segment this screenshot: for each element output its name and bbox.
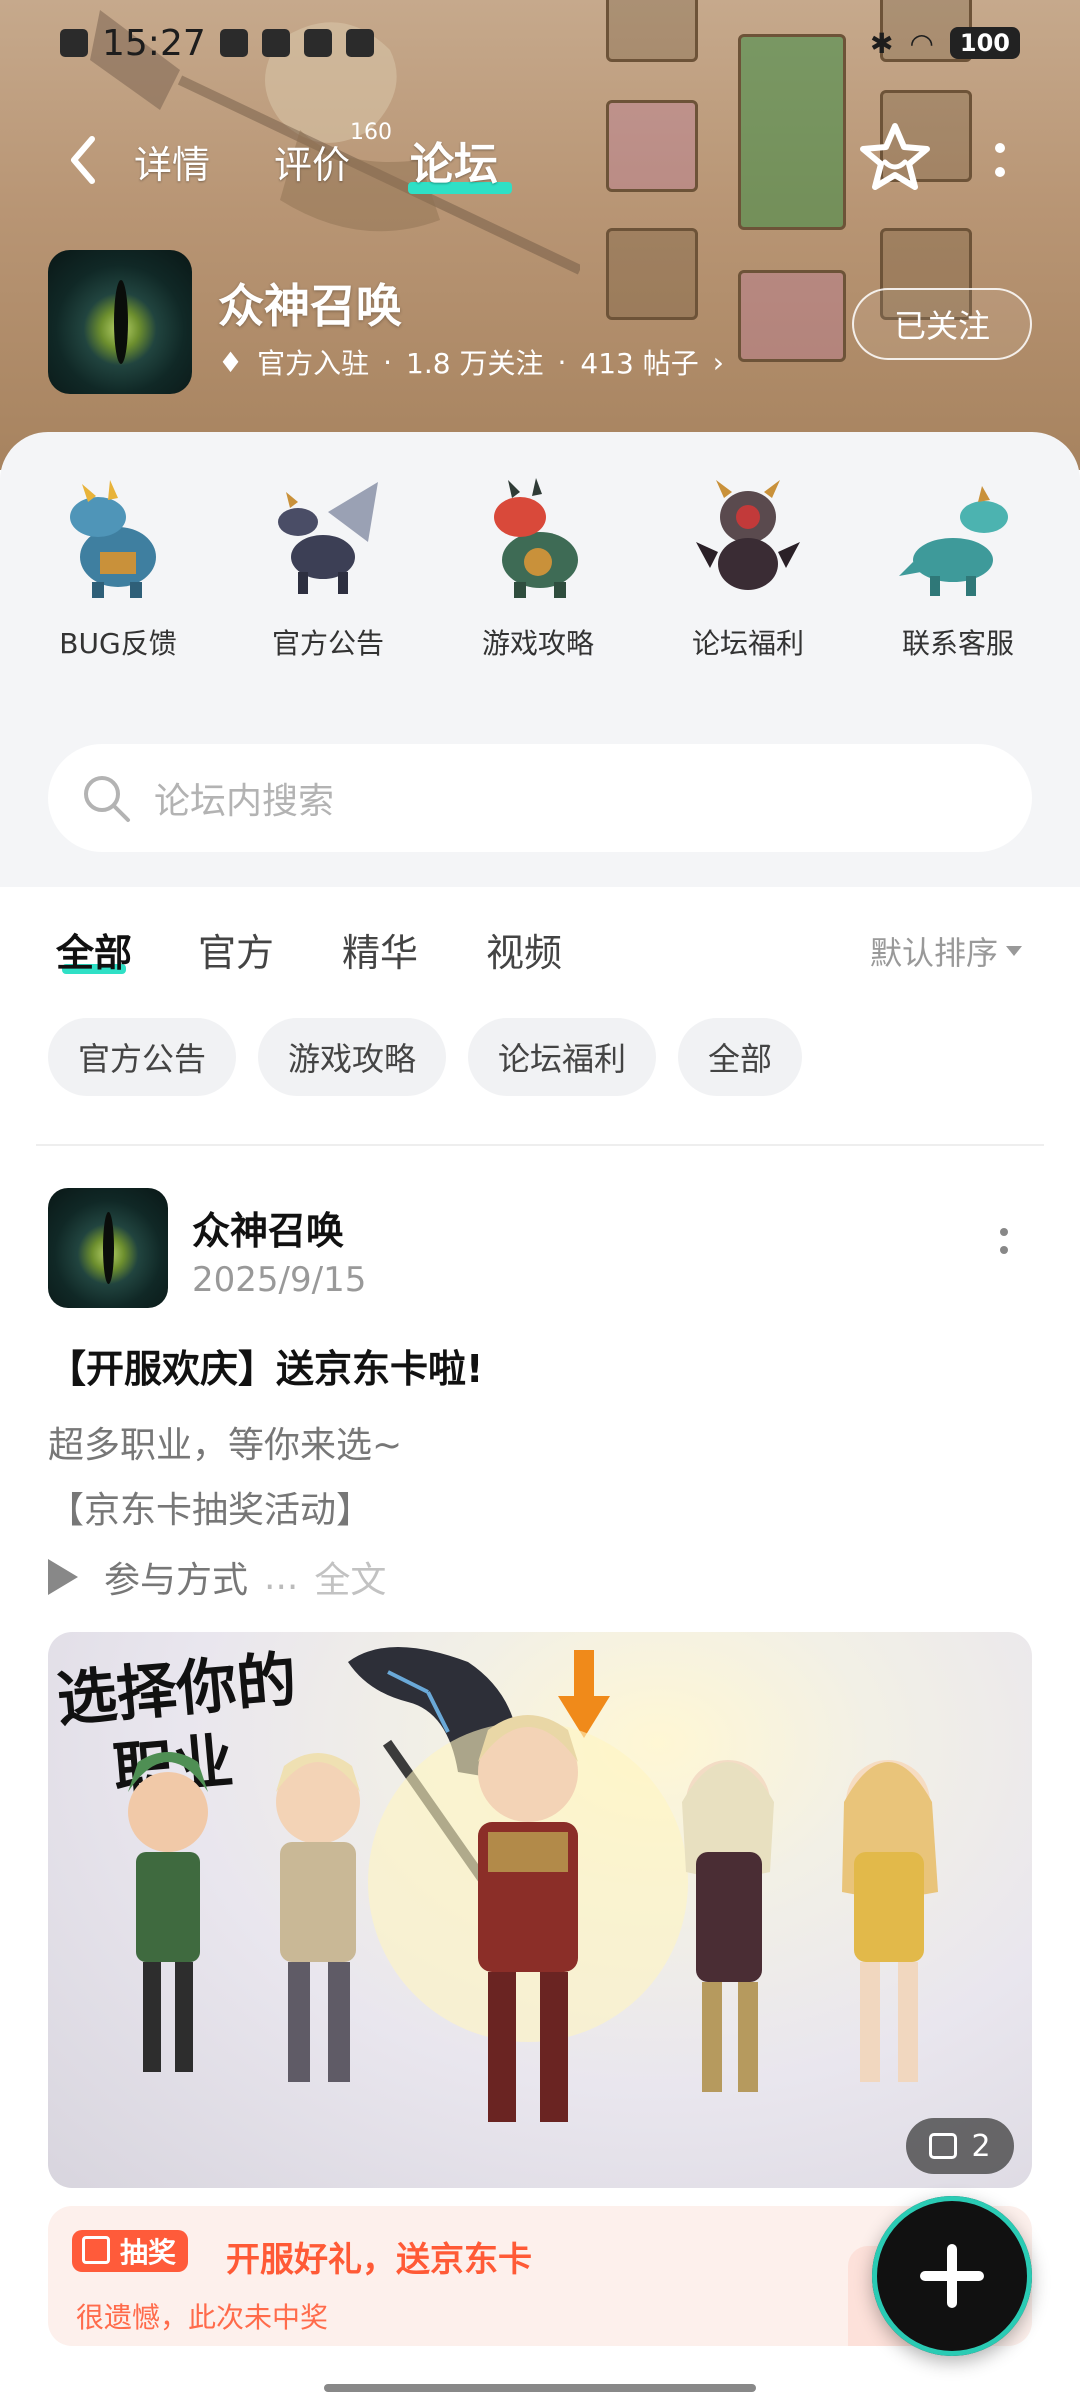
post-excerpt-line: 超多职业，等你来选~	[48, 1425, 403, 1466]
post-filter-bar: 全部 官方 精华 视频 默认排序	[0, 890, 1080, 1000]
dragon-winged-icon	[278, 482, 378, 594]
more-dot-icon	[995, 143, 1005, 153]
search-placeholder: 论坛内搜索	[154, 781, 335, 822]
header-banner: 15:27 ✱ ◠ 100 详情 评价 160 论坛 众神召唤 ♦ 官方入驻 ·…	[0, 0, 1080, 470]
follow-button[interactable]: 已关注	[852, 288, 1032, 360]
status-bar: 15:27 ✱ ◠ 100	[0, 18, 1080, 68]
image-icon	[929, 2133, 958, 2159]
game-info: 众神召唤 ♦ 官方入驻 · 1.8 万关注 · 413 帖子 › 已关注	[48, 250, 1038, 400]
lottery-tag: 抽奖	[72, 2230, 189, 2272]
post-date: 2025/9/15	[192, 1260, 367, 1300]
shortcut-label: 论坛福利	[691, 627, 804, 660]
filter-tab-official[interactable]: 官方	[198, 922, 274, 977]
more-dot-icon	[1000, 1228, 1008, 1236]
diamond-icon: ♦	[218, 345, 244, 379]
filter-tab-featured[interactable]: 精华	[342, 922, 418, 977]
shortcut-guides[interactable]: 游戏攻略	[448, 472, 628, 672]
top-navigation: 详情 评价 160 论坛	[0, 120, 1080, 200]
post-image[interactable]: 选择你的 职业 2	[48, 1632, 1032, 2188]
game-meta[interactable]: ♦ 官方入驻 · 1.8 万关注 · 413 帖子 ›	[218, 342, 724, 382]
shortcut-benefits[interactable]: 论坛福利	[658, 472, 838, 672]
notification-icon	[303, 29, 332, 57]
dragon-blue-icon	[70, 480, 156, 598]
sort-dropdown[interactable]: 默认排序	[870, 928, 1023, 974]
star-icon	[860, 123, 930, 190]
game-logo[interactable]	[48, 250, 192, 394]
wifi-icon: ◠	[909, 26, 934, 60]
full-text-link[interactable]: 全文	[314, 1551, 386, 1603]
game-name: 众神召唤	[218, 279, 402, 333]
caret-down-icon	[1006, 946, 1023, 956]
chip-guides[interactable]: 游戏攻略	[258, 1018, 447, 1096]
play-triangle-icon	[48, 1559, 78, 1595]
post-excerpt-line: 【京东卡抽奖活动】	[48, 1490, 373, 1531]
favorite-button[interactable]	[858, 120, 932, 194]
more-dot-icon	[995, 167, 1005, 177]
shortcut-label: 游戏攻略	[481, 627, 594, 660]
more-dot-icon	[1000, 1246, 1008, 1254]
filter-tab-video[interactable]: 视频	[486, 922, 562, 977]
chevron-right-icon: ›	[712, 345, 724, 379]
tab-forum[interactable]: 论坛	[410, 128, 498, 192]
notification-icon	[345, 29, 374, 57]
post-excerpt-text: 参与方式	[104, 1560, 249, 1601]
notification-icon	[219, 29, 248, 57]
shortcut-label: BUG反馈	[59, 627, 177, 660]
sort-label: 默认排序	[870, 934, 999, 972]
lottery-result: 很遗憾，此次未中奖	[76, 2301, 329, 2334]
category-chips: 官方公告 游戏攻略 论坛福利 全部	[48, 1018, 803, 1098]
notification-icon	[261, 29, 290, 57]
bluetooth-icon: ✱	[869, 26, 894, 60]
gift-icon	[82, 2236, 110, 2264]
author-avatar[interactable]	[48, 1188, 168, 1308]
forum-shortcut-panel: BUG反馈 官方公告 游戏攻略 论坛福利 联系客服 论坛内搜索	[0, 432, 1080, 887]
heroes-artwork	[128, 1647, 938, 2122]
dragon-armored-icon	[696, 480, 800, 590]
post-author[interactable]: 众神召唤	[192, 1200, 344, 1255]
home-indicator[interactable]	[324, 2384, 756, 2392]
shortcut-bug-feedback[interactable]: BUG反馈	[28, 472, 208, 672]
dragon-teal-icon	[899, 486, 1008, 596]
forum-search-bar[interactable]: 论坛内搜索	[48, 744, 1032, 852]
chip-announcements[interactable]: 官方公告	[48, 1018, 237, 1096]
official-label: 官方入驻	[257, 347, 370, 380]
post-title[interactable]: 【开服欢庆】送京东卡啦!	[48, 1338, 483, 1393]
image-count-badge: 2	[906, 2118, 1014, 2174]
followers-count: 1.8 万关注	[406, 347, 544, 380]
notification-icon	[60, 29, 88, 57]
shortcut-announcements[interactable]: 官方公告	[238, 472, 418, 672]
post-more-button[interactable]	[994, 1228, 1014, 1278]
chip-all[interactable]: 全部	[678, 1018, 803, 1096]
filter-tab-all[interactable]: 全部	[56, 922, 132, 977]
post-excerpt-line: 参与方式 ... 全文	[48, 1551, 386, 1603]
shortcut-customer-service[interactable]: 联系客服	[868, 472, 1048, 672]
shortcut-label: 联系客服	[901, 627, 1014, 660]
lottery-title: 开服好礼，送京东卡	[226, 2240, 532, 2280]
dragon-red-icon	[494, 478, 578, 598]
chip-benefits[interactable]: 论坛福利	[468, 1018, 657, 1096]
posts-count: 413 帖子	[580, 347, 699, 380]
battery-indicator: 100	[949, 27, 1020, 59]
search-icon	[84, 776, 130, 822]
create-post-button[interactable]	[872, 2196, 1032, 2356]
status-time: 15:27	[102, 22, 206, 64]
more-options-button[interactable]	[980, 130, 1020, 190]
shortcut-label: 官方公告	[271, 627, 384, 660]
section-divider	[36, 1144, 1044, 1146]
ellipsis: ...	[264, 1556, 299, 1598]
shortcut-row: BUG反馈 官方公告 游戏攻略 论坛福利 联系客服	[0, 472, 1080, 662]
